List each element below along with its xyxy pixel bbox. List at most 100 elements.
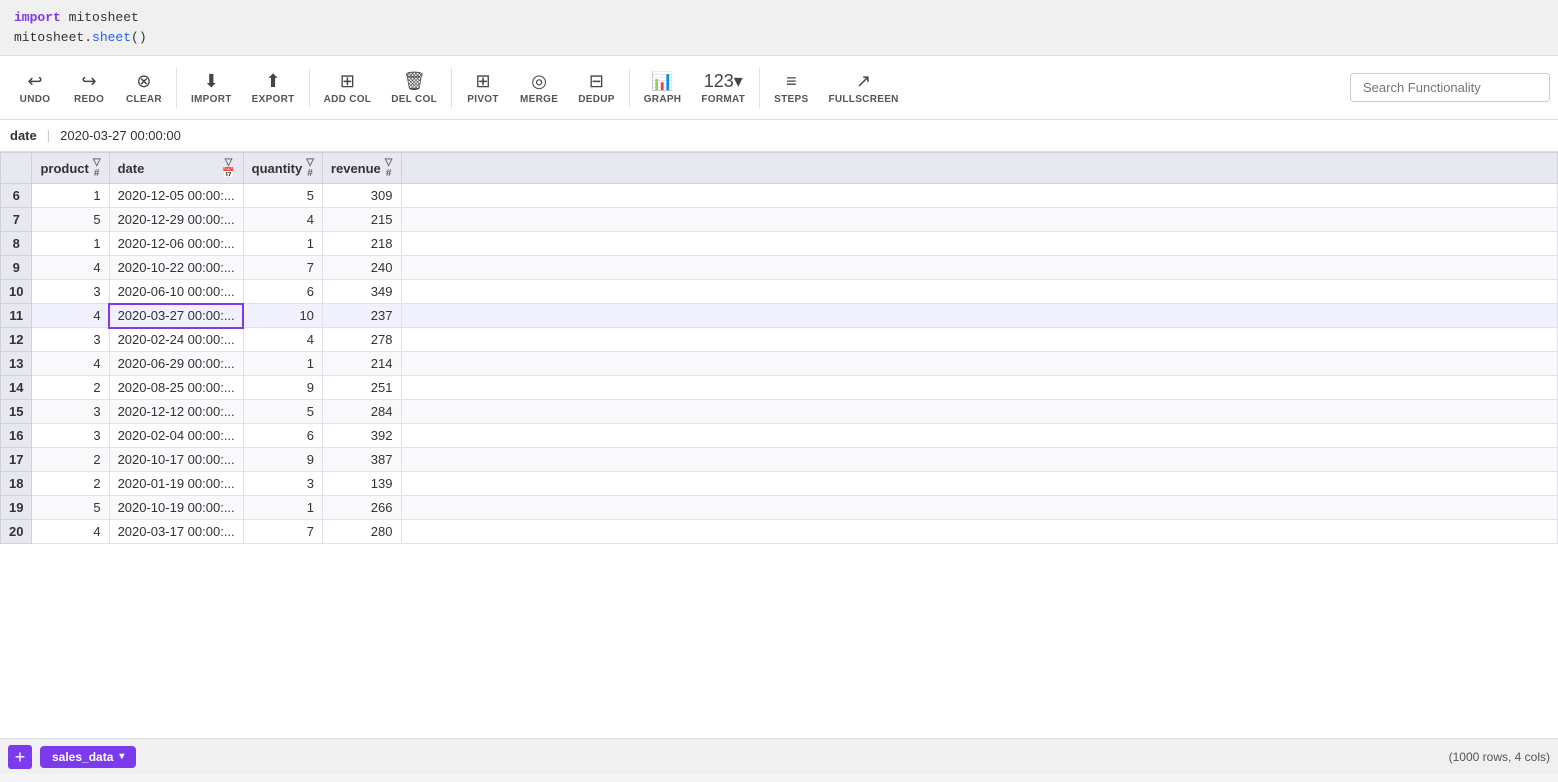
col-header-product[interactable]: product ▽ # bbox=[32, 153, 109, 184]
add-col-button[interactable]: ⊞ ADD COL bbox=[314, 60, 382, 116]
cell-revenue[interactable]: 349 bbox=[322, 280, 401, 304]
table-row[interactable]: 1422020-08-25 00:00:...9251 bbox=[1, 376, 1558, 400]
cell-revenue[interactable]: 251 bbox=[322, 376, 401, 400]
cell-product[interactable]: 4 bbox=[32, 304, 109, 328]
cell-product[interactable]: 3 bbox=[32, 424, 109, 448]
cell-product[interactable]: 4 bbox=[32, 352, 109, 376]
cell-product[interactable]: 1 bbox=[32, 184, 109, 208]
cell-date[interactable]: 2020-06-10 00:00:... bbox=[109, 280, 243, 304]
add-sheet-button[interactable]: + bbox=[8, 745, 32, 769]
cell-product[interactable]: 3 bbox=[32, 400, 109, 424]
cell-date[interactable]: 2020-10-19 00:00:... bbox=[109, 496, 243, 520]
table-row[interactable]: 2042020-03-17 00:00:...7280 bbox=[1, 520, 1558, 544]
table-row[interactable]: 1532020-12-12 00:00:...5284 bbox=[1, 400, 1558, 424]
cell-quantity[interactable]: 6 bbox=[243, 424, 322, 448]
cell-date[interactable]: 2020-03-27 00:00:... bbox=[109, 304, 243, 328]
cell-date[interactable]: 2020-10-17 00:00:... bbox=[109, 448, 243, 472]
cell-product[interactable]: 3 bbox=[32, 328, 109, 352]
col-header-quantity[interactable]: quantity ▽ # bbox=[243, 153, 322, 184]
col-header-revenue[interactable]: revenue ▽ # bbox=[322, 153, 401, 184]
format-button[interactable]: 123▾ FORMAT bbox=[691, 60, 755, 116]
cell-quantity[interactable]: 9 bbox=[243, 376, 322, 400]
table-body: 612020-12-05 00:00:...5309752020-12-29 0… bbox=[1, 184, 1558, 544]
cell-revenue[interactable]: 284 bbox=[322, 400, 401, 424]
cell-revenue[interactable]: 214 bbox=[322, 352, 401, 376]
cell-date[interactable]: 2020-06-29 00:00:... bbox=[109, 352, 243, 376]
fullscreen-button[interactable]: ↗ FULLSCREEN bbox=[818, 60, 908, 116]
cell-date[interactable]: 2020-10-22 00:00:... bbox=[109, 256, 243, 280]
table-row[interactable]: 1342020-06-29 00:00:...1214 bbox=[1, 352, 1558, 376]
cell-quantity[interactable]: 10 bbox=[243, 304, 322, 328]
cell-product[interactable]: 3 bbox=[32, 280, 109, 304]
cell-revenue[interactable]: 387 bbox=[322, 448, 401, 472]
cell-quantity[interactable]: 6 bbox=[243, 280, 322, 304]
cell-date[interactable]: 2020-12-06 00:00:... bbox=[109, 232, 243, 256]
cell-date[interactable]: 2020-02-24 00:00:... bbox=[109, 328, 243, 352]
cell-revenue[interactable]: 280 bbox=[322, 520, 401, 544]
table-row[interactable]: 752020-12-29 00:00:...4215 bbox=[1, 208, 1558, 232]
spreadsheet[interactable]: product ▽ # date ▽ 📅 bbox=[0, 152, 1558, 738]
cell-product[interactable]: 5 bbox=[32, 496, 109, 520]
table-row[interactable]: 1952020-10-19 00:00:...1266 bbox=[1, 496, 1558, 520]
import-button[interactable]: ⬇ IMPORT bbox=[181, 60, 242, 116]
table-row[interactable]: 942020-10-22 00:00:...7240 bbox=[1, 256, 1558, 280]
export-button[interactable]: ⬆ EXPORT bbox=[242, 60, 305, 116]
cell-product[interactable]: 5 bbox=[32, 208, 109, 232]
cell-revenue[interactable]: 237 bbox=[322, 304, 401, 328]
cell-revenue[interactable]: 278 bbox=[322, 328, 401, 352]
cell-date[interactable]: 2020-12-29 00:00:... bbox=[109, 208, 243, 232]
table-row[interactable]: 1232020-02-24 00:00:...4278 bbox=[1, 328, 1558, 352]
cell-quantity[interactable]: 4 bbox=[243, 208, 322, 232]
cell-product[interactable]: 1 bbox=[32, 232, 109, 256]
cell-date[interactable]: 2020-01-19 00:00:... bbox=[109, 472, 243, 496]
cell-product[interactable]: 2 bbox=[32, 376, 109, 400]
table-row[interactable]: 1822020-01-19 00:00:...3139 bbox=[1, 472, 1558, 496]
cell-product[interactable]: 2 bbox=[32, 448, 109, 472]
cell-quantity[interactable]: 7 bbox=[243, 256, 322, 280]
cell-date[interactable]: 2020-12-05 00:00:... bbox=[109, 184, 243, 208]
del-col-button[interactable]: 🗑 DEL COL bbox=[381, 60, 447, 116]
cell-product[interactable]: 4 bbox=[32, 520, 109, 544]
cell-date[interactable]: 2020-02-04 00:00:... bbox=[109, 424, 243, 448]
cell-revenue[interactable]: 266 bbox=[322, 496, 401, 520]
cell-revenue[interactable]: 240 bbox=[322, 256, 401, 280]
cell-quantity[interactable]: 3 bbox=[243, 472, 322, 496]
cell-revenue[interactable]: 215 bbox=[322, 208, 401, 232]
data-table: product ▽ # date ▽ 📅 bbox=[0, 152, 1558, 544]
table-row[interactable]: 812020-12-06 00:00:...1218 bbox=[1, 232, 1558, 256]
cell-date[interactable]: 2020-03-17 00:00:... bbox=[109, 520, 243, 544]
cell-quantity[interactable]: 5 bbox=[243, 184, 322, 208]
table-row[interactable]: 1142020-03-27 00:00:...10237 bbox=[1, 304, 1558, 328]
cell-revenue[interactable]: 392 bbox=[322, 424, 401, 448]
cell-revenue[interactable]: 309 bbox=[322, 184, 401, 208]
table-row[interactable]: 1632020-02-04 00:00:...6392 bbox=[1, 424, 1558, 448]
cell-quantity[interactable]: 1 bbox=[243, 496, 322, 520]
table-row[interactable]: 612020-12-05 00:00:...5309 bbox=[1, 184, 1558, 208]
steps-button[interactable]: ≡ STEPS bbox=[764, 60, 818, 116]
cell-revenue[interactable]: 139 bbox=[322, 472, 401, 496]
col-header-date[interactable]: date ▽ 📅 bbox=[109, 153, 243, 184]
sheet-tab-sales-data[interactable]: sales_data ▾ bbox=[40, 746, 136, 768]
dedup-button[interactable]: ⊟ DEDUP bbox=[568, 60, 625, 116]
cell-quantity[interactable]: 7 bbox=[243, 520, 322, 544]
cell-quantity[interactable]: 5 bbox=[243, 400, 322, 424]
undo-button[interactable]: ↩ UNDO bbox=[8, 60, 62, 116]
cell-date[interactable]: 2020-12-12 00:00:... bbox=[109, 400, 243, 424]
merge-button[interactable]: ◎ MERGE bbox=[510, 60, 568, 116]
cell-quantity[interactable]: 1 bbox=[243, 232, 322, 256]
cell-quantity[interactable]: 1 bbox=[243, 352, 322, 376]
graph-button[interactable]: 📊 GRAPH bbox=[634, 60, 692, 116]
format-label: FORMAT bbox=[701, 94, 745, 105]
search-input[interactable] bbox=[1350, 73, 1550, 102]
cell-quantity[interactable]: 4 bbox=[243, 328, 322, 352]
pivot-button[interactable]: ⊞ PIVOT bbox=[456, 60, 510, 116]
redo-button[interactable]: ↪ REDO bbox=[62, 60, 116, 116]
table-row[interactable]: 1722020-10-17 00:00:...9387 bbox=[1, 448, 1558, 472]
cell-product[interactable]: 2 bbox=[32, 472, 109, 496]
cell-date[interactable]: 2020-08-25 00:00:... bbox=[109, 376, 243, 400]
clear-button[interactable]: ⊗ CLEAR bbox=[116, 60, 172, 116]
cell-product[interactable]: 4 bbox=[32, 256, 109, 280]
table-row[interactable]: 1032020-06-10 00:00:...6349 bbox=[1, 280, 1558, 304]
cell-quantity[interactable]: 9 bbox=[243, 448, 322, 472]
cell-revenue[interactable]: 218 bbox=[322, 232, 401, 256]
